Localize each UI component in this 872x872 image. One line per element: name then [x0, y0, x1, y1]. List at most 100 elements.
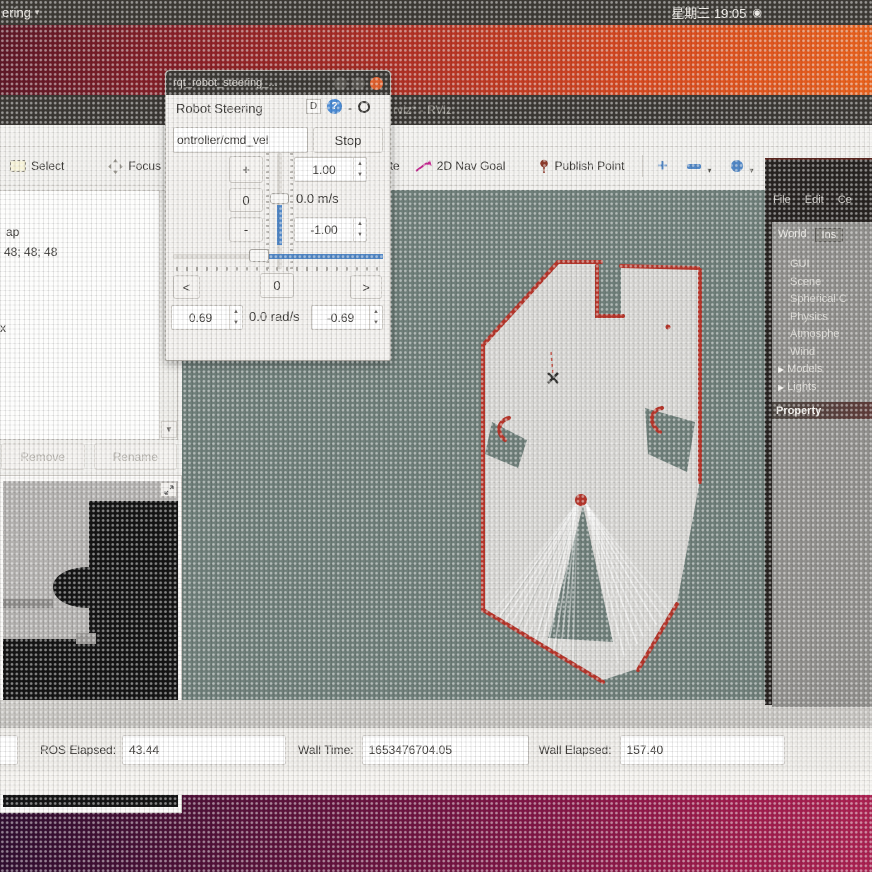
property-header[interactable]: Property	[772, 402, 872, 419]
tree-item-wind[interactable]: Wind	[778, 344, 847, 362]
remove-tool-caret-icon: ▾	[707, 166, 711, 175]
time-field-partial[interactable]	[0, 735, 18, 765]
linear-minus-button[interactable]: -	[229, 217, 263, 242]
tree-item-label: Scene	[790, 274, 821, 292]
tree-item-label: Models	[787, 361, 822, 379]
tab-insert[interactable]: Ins	[815, 228, 844, 242]
spinbox-arrows[interactable]: ▲▼	[369, 306, 382, 329]
remove-tool-button[interactable]: ▾	[677, 151, 721, 181]
steering-window-title: rqt_robot_steering_...	[166, 77, 334, 89]
help-icon[interactable]: ?	[327, 99, 342, 114]
spin-down-icon[interactable]: ▼	[354, 170, 366, 182]
linear-velocity-readout: 0.0 m/s	[296, 191, 339, 206]
expand-arrow-icon[interactable]: ▶	[778, 361, 784, 379]
tool-options-caret-icon: ▾	[749, 166, 753, 175]
wall-time-label: Wall Time:	[298, 743, 354, 757]
minimize-button[interactable]	[334, 77, 347, 90]
nav-goal-tool[interactable]: 2D Nav Goal	[404, 151, 516, 181]
tree-item-gui[interactable]: GUI	[778, 256, 847, 274]
displays-item-map[interactable]: ap	[6, 225, 19, 239]
ros-elapsed-value: 43.44	[129, 743, 159, 757]
gazebo-window: File Edit Ce World Ins GUI Scene Spheric…	[765, 158, 872, 705]
linear-max-spinbox[interactable]: 1.00 ▲▼	[294, 157, 367, 182]
displays-item-x[interactable]: x	[0, 321, 6, 335]
wall-time-field[interactable]: 1653476704.05	[362, 735, 529, 765]
tree-item-lights[interactable]: ▶Lights	[778, 379, 847, 397]
rviz-menubar[interactable]	[0, 125, 872, 147]
remove-display-button[interactable]: Remove	[1, 443, 85, 470]
slider-fill	[259, 254, 383, 259]
select-tool-label: Select	[31, 159, 64, 173]
wallpaper-gradient-top	[0, 25, 872, 95]
linear-plus-button[interactable]: +	[229, 156, 263, 183]
linear-min-spinbox[interactable]: -1.00 ▲▼	[294, 217, 367, 242]
steering-titlebar[interactable]: rqt_robot_steering_...	[166, 71, 390, 95]
expand-arrow-icon[interactable]: ▶	[778, 379, 784, 397]
gazebo-menu-edit[interactable]: Edit	[805, 194, 824, 206]
slider-handle[interactable]	[270, 193, 289, 204]
plugin-close-icon[interactable]	[358, 101, 370, 113]
tab-world[interactable]: World	[778, 228, 807, 242]
tree-item-label: Spherical C	[790, 291, 847, 309]
spin-up-icon[interactable]: ▲	[230, 306, 242, 318]
spin-down-icon[interactable]: ▼	[370, 318, 382, 330]
rename-display-button[interactable]: Rename	[94, 443, 178, 470]
topic-input[interactable]: ontroller/cmd_vel	[173, 127, 308, 153]
plugin-minimize-icon[interactable]: -	[348, 101, 352, 115]
time-panel: ROS Elapsed: 43.44 Wall Time: 1653476704…	[0, 728, 872, 772]
angular-velocity-slider[interactable]	[173, 247, 383, 265]
spin-up-icon[interactable]: ▲	[354, 158, 366, 170]
tool-options-icon	[731, 160, 743, 172]
topic-value: ontroller/cmd_vel	[177, 133, 268, 147]
scroll-down-button[interactable]: ▼	[161, 421, 177, 438]
spin-down-icon[interactable]: ▼	[354, 230, 366, 242]
close-button[interactable]	[370, 77, 383, 90]
stop-button[interactable]: Stop	[313, 127, 383, 153]
angular-left-button[interactable]: <	[173, 275, 200, 299]
angular-right-button[interactable]: >	[350, 275, 382, 299]
tree-item-spherical-coordinates[interactable]: Spherical C	[778, 291, 847, 309]
publish-point-tool[interactable]: Publish Point	[529, 151, 634, 181]
publish-point-icon	[539, 159, 549, 174]
toolbar-separator	[642, 155, 643, 177]
angular-zero-button[interactable]: 0	[260, 273, 294, 298]
select-tool[interactable]: Select	[0, 151, 74, 181]
gazebo-menu-camera[interactable]: Ce	[838, 194, 852, 206]
rviz-window-title: rviz* - RViz	[393, 103, 452, 117]
clock[interactable]: 星期三 19:05	[671, 3, 746, 22]
wall-elapsed-field[interactable]: 157.40	[620, 735, 785, 765]
pose-estimate-label: te	[390, 159, 400, 173]
spin-up-icon[interactable]: ▲	[370, 306, 382, 318]
angular-min-spinbox[interactable]: -0.69 ▲▼	[311, 305, 383, 330]
gazebo-menu-file[interactable]: File	[773, 194, 791, 206]
ros-elapsed-field[interactable]: 43.44	[122, 735, 286, 765]
slider-handle[interactable]	[249, 249, 269, 262]
tree-item-models[interactable]: ▶Models	[778, 361, 847, 379]
panel-expand-button[interactable]	[160, 482, 177, 497]
spin-up-icon[interactable]: ▲	[354, 218, 366, 230]
displays-buttons-row: Remove Rename	[0, 441, 178, 472]
spinbox-arrows[interactable]: ▲▼	[353, 158, 366, 181]
angular-max-spinbox[interactable]: 0.69 ▲▼	[171, 305, 243, 330]
maximize-button[interactable]	[352, 77, 365, 90]
tree-item-label: Atmosphe	[790, 326, 840, 344]
plugin-d-icon[interactable]: D	[306, 99, 321, 114]
spinbox-arrows[interactable]: ▲▼	[229, 306, 242, 329]
linear-zero-button[interactable]: 0	[229, 188, 263, 212]
angular-velocity-readout: 0.0 rad/s	[249, 309, 300, 324]
displays-item-background-color[interactable]: 48; 48; 48	[4, 245, 57, 259]
tree-item-atmosphere[interactable]: Atmosphe	[778, 326, 847, 344]
remove-tool-icon	[687, 164, 701, 169]
tool-options-button[interactable]: ▾	[721, 151, 763, 181]
rviz-titlebar[interactable]: rviz* - RViz	[0, 95, 872, 125]
spinbox-arrows[interactable]: ▲▼	[353, 218, 366, 241]
add-tool-button[interactable]: +	[647, 151, 677, 181]
window-bottom-strip	[0, 772, 872, 795]
tree-item-scene[interactable]: Scene	[778, 274, 847, 292]
scan-blob	[575, 494, 587, 506]
tree-item-physics[interactable]: Physics	[778, 309, 847, 327]
spin-down-icon[interactable]: ▼	[230, 318, 242, 330]
expand-icon	[164, 485, 174, 495]
active-app-title[interactable]: ering	[2, 5, 31, 20]
volume-icon[interactable]: ◉	[752, 6, 762, 19]
